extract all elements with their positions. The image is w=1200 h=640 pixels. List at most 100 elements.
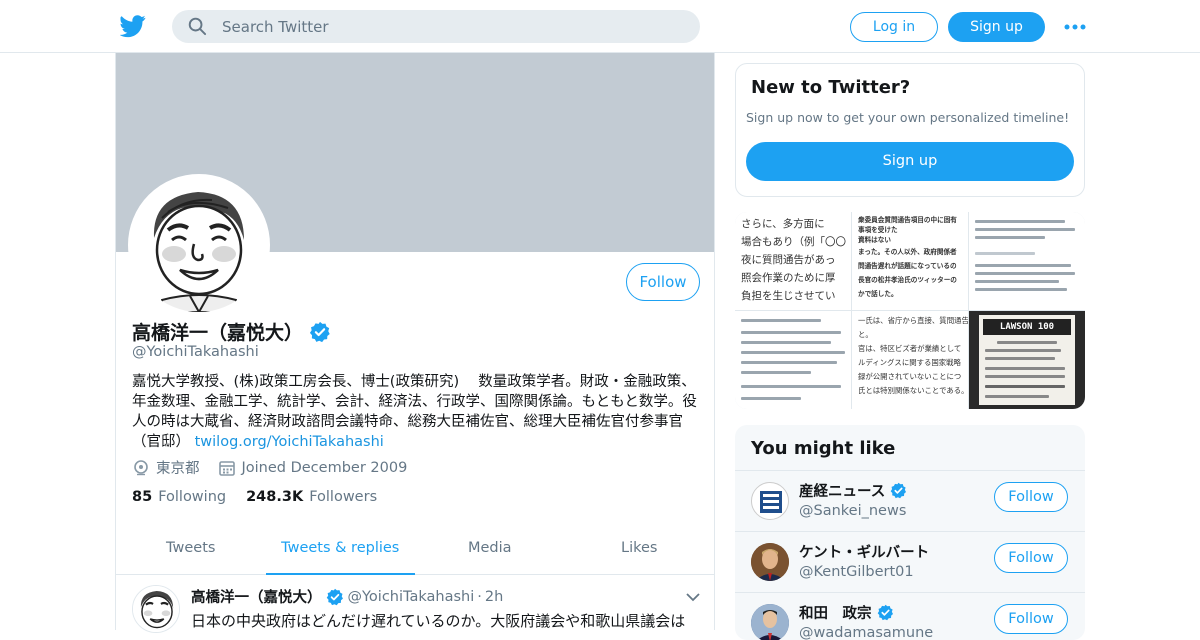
new-to-twitter-subtitle: Sign up now to get your own personalized…	[746, 110, 1070, 125]
caricature-illustration	[132, 178, 266, 312]
doc-line: 衆委員会質問通告項目の中に固有	[858, 216, 957, 224]
followers-count: 248.3K	[246, 489, 304, 505]
doc-line: 事項を受けた	[858, 226, 898, 234]
tweet-author-name[interactable]: 高橋洋一（嘉悦大）	[191, 586, 322, 607]
profile-meta: 東京都 Joined December 2009	[132, 457, 407, 478]
follow-button[interactable]: Follow	[626, 263, 700, 301]
sidebar-signup-button[interactable]: Sign up	[746, 142, 1074, 181]
doc-line: 録が公開されていないことにつ	[858, 372, 962, 381]
caricature-illustration-small	[133, 586, 179, 632]
suggested-account[interactable]: 産経ニュース @Sankei_news Follow	[735, 470, 1085, 530]
person-photo-icon	[751, 604, 789, 640]
receipt-brand: LAWSON 100	[983, 319, 1071, 335]
search-bar[interactable]	[172, 10, 700, 43]
twitter-bird-icon[interactable]	[120, 14, 146, 38]
tab-tweets[interactable]: Tweets	[116, 523, 266, 575]
followers-label: Followers	[309, 489, 378, 505]
account-name: 産経ニュース	[799, 484, 886, 500]
profile-bio: 嘉悦大学教授、(株)政策工房会長、博士(政策研究) 数量政策学者。財政・金融政策…	[132, 372, 702, 452]
login-button[interactable]: Log in	[850, 12, 938, 42]
tweet-timestamp[interactable]: 2h	[485, 589, 503, 605]
doc-line: と。	[858, 330, 873, 339]
doc-line: 官は、特区ビズ者が業績として	[858, 344, 962, 353]
verified-badge-icon	[890, 482, 907, 499]
you-might-like-title: You might like	[751, 438, 896, 459]
calendar-icon	[218, 460, 235, 476]
new-to-twitter-card: New to Twitter? Sign up now to get your …	[735, 63, 1085, 197]
tab-media[interactable]: Media	[415, 523, 565, 575]
new-to-twitter-title: New to Twitter?	[751, 77, 911, 98]
tweet-avatar[interactable]	[132, 585, 180, 633]
tab-tweets-and-replies[interactable]: Tweets & replies	[265, 523, 415, 575]
media-thumb-6-receipt[interactable]: LAWSON 100	[969, 311, 1085, 409]
following-count: 85	[132, 489, 153, 505]
media-thumb-1[interactable]: さらに、多方面に 場合もあり（例「〇〇 夜に質問通告があっ 照会作業のために厚 …	[735, 212, 851, 310]
search-input[interactable]	[222, 10, 682, 43]
tweet-separator: ·	[477, 588, 482, 605]
profile-tabs: Tweets Tweets & replies Media Likes	[116, 523, 714, 575]
media-thumb-2[interactable]: 衆委員会質問通告項目の中に固有 事項を受けた 資料はない まった。その人以外、政…	[852, 212, 968, 310]
doc-line: 負担を生じさせてい	[741, 290, 836, 302]
doc-line: 照会作業のために厚	[741, 272, 836, 284]
suggested-account[interactable]: ケント・ギルバート @KentGilbert01 Follow	[735, 531, 1085, 591]
search-icon	[188, 17, 207, 36]
account-handle: @KentGilbert01	[799, 564, 914, 580]
profile-column: Follow 高橋洋一（嘉悦大） @YoichiTakahashi 嘉悦大学教授…	[115, 53, 715, 633]
verified-badge-icon	[309, 321, 330, 342]
doc-line: 一氏は、省庁から直接、質問通告	[858, 316, 968, 325]
profile-stats: 85 Following 248.3K Followers	[132, 489, 397, 505]
account-name: ケント・ギルバート	[799, 545, 930, 561]
profile-name: 高橋洋一（嘉悦大）	[132, 322, 304, 344]
doc-line: 場合もあり（例「〇〇	[741, 236, 846, 248]
doc-line: かで話した。	[858, 290, 898, 298]
more-dots-icon[interactable]	[1064, 23, 1086, 31]
suggested-account[interactable]: 和田 政宗 @wadamasamune Follow	[735, 592, 1085, 640]
doc-line: 問通告遅れが話題になっているの	[858, 262, 957, 270]
sankei-logo-icon	[760, 491, 782, 513]
profile-joined: Joined December 2009	[241, 459, 408, 476]
account-name-row: 和田 政宗	[799, 602, 894, 623]
doc-line: 資料はない	[858, 236, 891, 244]
profile-avatar[interactable]	[128, 174, 270, 316]
signup-button[interactable]: Sign up	[948, 12, 1045, 42]
doc-line: 氏とは特別関係ないことである。	[858, 386, 968, 395]
you-might-like-card: You might like 産経ニュース @Sankei_news Follo…	[735, 425, 1085, 640]
followers-link[interactable]: 248.3K Followers	[246, 489, 397, 505]
verified-badge-icon	[326, 588, 343, 605]
account-avatar[interactable]	[751, 482, 789, 520]
tweet-text: 日本の中央政府はどんだけ遅れているのか。大阪府議会や和歌山県議会は	[191, 612, 686, 630]
verified-badge-icon	[877, 604, 893, 621]
account-avatar[interactable]	[751, 604, 789, 640]
doc-line: 夜に質問通告があっ	[741, 254, 836, 266]
media-thumb-4[interactable]	[735, 311, 851, 409]
follow-account-button[interactable]: Follow	[994, 482, 1068, 512]
media-grid: さらに、多方面に 場合もあり（例「〇〇 夜に質問通告があっ 照会作業のために厚 …	[735, 212, 1085, 409]
profile-name-row: 高橋洋一（嘉悦大）	[132, 318, 331, 345]
media-thumb-3[interactable]	[969, 212, 1085, 310]
follow-account-button[interactable]: Follow	[994, 543, 1068, 573]
doc-line: 長官の松井孝治氏のツィッターの	[858, 276, 957, 284]
doc-line: まった。その人以外、政府関係者	[858, 248, 957, 256]
receipt-paper: LAWSON 100	[979, 315, 1075, 405]
media-thumb-5[interactable]: 一氏は、省庁から直接、質問通告 と。 官は、特区ビズ者が業績として ルディングス…	[852, 311, 968, 409]
following-label: Following	[158, 489, 227, 505]
account-name: 和田 政宗	[799, 606, 872, 622]
bio-link[interactable]: twilog.org/YoichiTakahashi	[195, 434, 384, 450]
account-handle: @wadamasamune	[799, 625, 934, 640]
location-pin-icon	[134, 459, 148, 475]
tweet-header: 高橋洋一（嘉悦大） @YoichiTakahashi · 2h	[191, 586, 503, 607]
account-avatar[interactable]	[751, 543, 789, 581]
chevron-down-icon[interactable]	[686, 593, 700, 602]
tweet-author-handle[interactable]: @YoichiTakahashi	[348, 589, 475, 605]
tab-likes[interactable]: Likes	[565, 523, 715, 575]
doc-line: ルディングスに関する国家戦略	[858, 358, 961, 367]
account-name-row: ケント・ギルバート	[799, 541, 929, 562]
top-bar: Log in Sign up	[0, 0, 1200, 53]
account-handle: @Sankei_news	[799, 503, 907, 519]
profile-location: 東京都	[156, 461, 200, 477]
account-name-row: 産経ニュース	[799, 480, 907, 501]
doc-line: さらに、多方面に	[741, 218, 825, 230]
person-photo-icon	[751, 543, 789, 581]
tweet-item[interactable]: 高橋洋一（嘉悦大） @YoichiTakahashi · 2h 日本の中央政府は…	[116, 575, 714, 635]
following-link[interactable]: 85 Following	[132, 489, 246, 505]
